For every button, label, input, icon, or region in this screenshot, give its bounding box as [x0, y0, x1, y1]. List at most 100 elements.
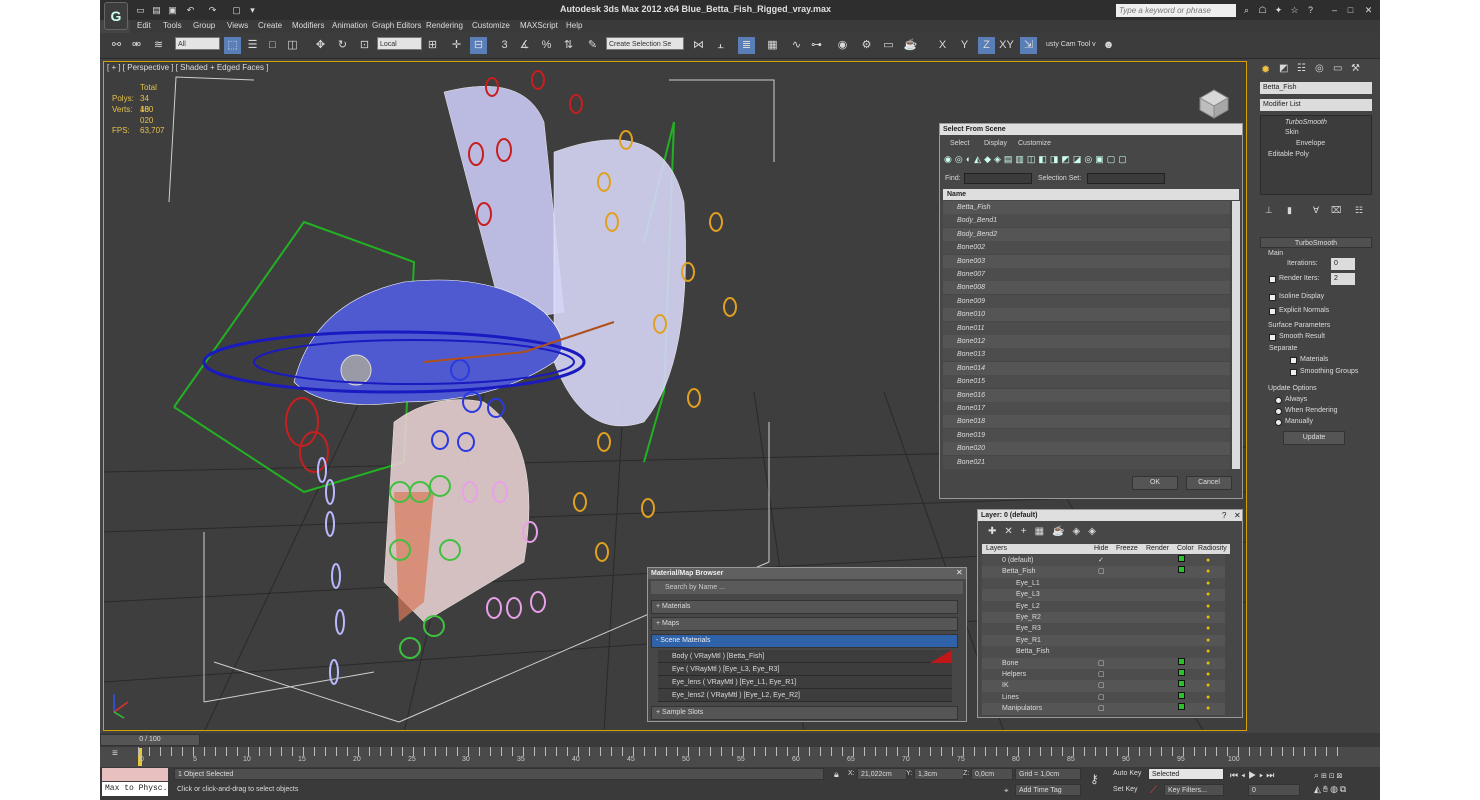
menu-views[interactable]: Views — [227, 21, 248, 30]
list-item[interactable]: Bone007 — [943, 268, 1230, 281]
zoom-extents-all-icon[interactable]: ⊠ — [1337, 770, 1345, 780]
make-unique-icon[interactable]: ∀ — [1313, 205, 1319, 216]
search-input[interactable]: Type a keyword or phrase — [1116, 4, 1236, 17]
field-of-view-icon[interactable]: ◭ — [1314, 784, 1323, 794]
constraint-y[interactable]: Y — [956, 37, 973, 54]
explicit-normals-checkbox[interactable] — [1269, 308, 1276, 315]
table-row[interactable]: Eye_L2 ● — [982, 600, 1225, 612]
default-in-out-tangent-icon[interactable]: ⟋ — [1150, 785, 1157, 796]
table-row[interactable]: Eye_R3 ● — [982, 623, 1225, 635]
motion-tab-icon[interactable]: ◎ — [1315, 63, 1324, 74]
list-item[interactable]: Bone015 — [943, 375, 1230, 389]
render-iters-checkbox[interactable] — [1269, 276, 1276, 283]
menu-graph-editors[interactable]: Graph Editors — [372, 21, 421, 30]
rotate-icon[interactable]: ↻ — [334, 37, 351, 54]
iterations-spinner[interactable]: 0 — [1331, 258, 1355, 270]
list-item[interactable]: Betta_Fish — [943, 201, 1230, 214]
list-item[interactable]: Bone012 — [943, 335, 1230, 348]
table-row[interactable]: Eye_L3 ● — [982, 589, 1225, 601]
modifier-stack[interactable]: TurboSmooth Skin Envelope Editable Poly — [1260, 115, 1372, 195]
snaps-toggle-icon[interactable]: 3 — [496, 37, 513, 54]
utilities-tab-icon[interactable]: ⚒ — [1351, 63, 1360, 74]
when-rendering-radio[interactable] — [1275, 408, 1282, 415]
smooth-result-checkbox[interactable] — [1269, 334, 1276, 341]
maxscript-listener-pink[interactable] — [102, 768, 168, 781]
list-item[interactable]: Body_Bend1 — [943, 214, 1230, 228]
track-bar-menu-icon[interactable]: ≡ — [112, 748, 118, 759]
maximize-icon[interactable]: □ — [1344, 4, 1357, 17]
help-icon[interactable]: ? — [1304, 4, 1317, 17]
move-icon[interactable]: ✥ — [312, 37, 329, 54]
layer-tools-icons[interactable]: ✚✕+▦☕◈◈ — [988, 526, 1104, 537]
table-row[interactable]: Betta_Fish ● — [982, 646, 1225, 658]
table-row[interactable]: Eye_L1 ● — [982, 577, 1225, 590]
list-item[interactable]: Bone003 — [943, 254, 1230, 268]
app-logo-icon[interactable]: G — [104, 2, 128, 30]
isoline-checkbox[interactable] — [1269, 294, 1276, 301]
layer-help-icon[interactable]: ? — [1222, 511, 1226, 520]
table-row[interactable]: Helpers ▢ ● — [982, 669, 1225, 681]
stack-item-editable-poly[interactable]: Editable Poly — [1268, 151, 1309, 158]
list-item[interactable]: Eye ( VRayMtl ) [Eye_L3, Eye_R3] — [658, 663, 952, 676]
name-column-header[interactable]: Name — [943, 189, 1239, 200]
stack-item-skin[interactable]: Skin — [1285, 129, 1299, 136]
table-row[interactable]: IK ▢ ● — [982, 680, 1225, 692]
maximize-viewport-icon[interactable]: ⧉ — [1340, 784, 1348, 794]
select-object-icon[interactable]: ⬚ — [224, 37, 241, 54]
search-icon[interactable]: ⌕ — [1240, 4, 1253, 17]
open-file-icon[interactable]: ▤ — [150, 4, 163, 17]
x-coordinate-field[interactable]: 21,022cm — [857, 768, 907, 780]
list-item[interactable]: Bone008 — [943, 281, 1230, 295]
table-row[interactable]: Eye_R2 ● — [982, 612, 1225, 624]
spinner-snap-icon[interactable]: ⇅ — [560, 37, 577, 54]
material-editor-icon[interactable]: ◉ — [834, 37, 851, 54]
dropdown-icon[interactable]: ▾ — [246, 4, 259, 17]
filter-type-icons[interactable]: ◉◎◐◭◆◈▤▥◫◧◨◩◪◎▣▢▢ — [944, 154, 1130, 164]
list-scrollbar[interactable] — [1232, 201, 1240, 469]
display-menu[interactable]: Display — [984, 140, 1007, 147]
bind-space-warp-icon[interactable]: ≋ — [150, 37, 167, 54]
menu-customize[interactable]: Customize — [472, 21, 510, 30]
list-item[interactable]: Bone021 — [943, 455, 1230, 469]
schematic-view-icon[interactable]: ⊶ — [808, 37, 825, 54]
redo-icon[interactable]: ↷ — [206, 4, 219, 17]
configure-sets-icon[interactable]: ☷ — [1355, 205, 1363, 216]
constraint-x[interactable]: X — [934, 37, 951, 54]
menu-help[interactable]: Help — [566, 21, 582, 30]
menu-create[interactable]: Create — [258, 21, 282, 30]
selection-set-select[interactable] — [1087, 173, 1165, 184]
pan-icon[interactable]: ✋︎ — [1323, 784, 1330, 794]
scale-icon[interactable]: ⊡ — [356, 37, 373, 54]
turbosmooth-rollout[interactable]: TurboSmooth — [1260, 237, 1372, 248]
object-name-field[interactable]: Betta_Fish — [1260, 82, 1372, 94]
set-key-button[interactable]: Set Key — [1110, 784, 1146, 796]
time-slider-thumb[interactable]: 0 / 100 — [100, 734, 200, 746]
rendered-frame-icon[interactable]: ▭ — [880, 37, 897, 54]
table-row[interactable]: Manipulators ▢ ● — [982, 703, 1225, 715]
scene-materials-group[interactable]: - Scene Materials — [651, 634, 958, 648]
key-mode-select[interactable]: Selected — [1148, 768, 1224, 780]
render-iters-spinner[interactable]: 2 — [1331, 273, 1355, 285]
lock-selection-icon[interactable]: 🔒︎ — [834, 769, 839, 780]
reference-coord-select[interactable]: Local — [377, 37, 422, 50]
table-row[interactable]: Lines ▢ ● — [982, 691, 1225, 704]
go-to-start-icon[interactable]: ⏮ — [1230, 770, 1241, 780]
materials-group[interactable]: + Materials — [651, 600, 958, 614]
list-item[interactable]: Bone010 — [943, 308, 1230, 322]
list-item[interactable]: Body ( VRayMtl ) [Betta_Fish] — [658, 650, 952, 663]
keyboard-shortcut-icon[interactable]: ⊟ — [470, 37, 487, 54]
table-row[interactable]: Bone ▢ ● — [982, 657, 1225, 669]
cancel-button[interactable]: Cancel — [1186, 476, 1232, 490]
layer-close-icon[interactable]: ✕ — [1234, 511, 1241, 520]
minimize-icon[interactable]: – — [1328, 4, 1341, 17]
time-tag-icon[interactable]: ⌖ — [1004, 786, 1009, 796]
list-item[interactable]: Bone018 — [943, 415, 1230, 429]
project-folder-icon[interactable]: ▢ — [230, 4, 243, 17]
stack-item-envelope[interactable]: Envelope — [1296, 140, 1325, 147]
play-icon[interactable]: ▶ — [1248, 770, 1259, 780]
show-end-result-icon[interactable]: ▮ — [1287, 205, 1292, 216]
menu-animation[interactable]: Animation — [332, 21, 368, 30]
pin-stack-icon[interactable]: ⊥ — [1265, 205, 1273, 216]
menu-modifiers[interactable]: Modifiers — [292, 21, 324, 30]
angle-snap-icon[interactable]: ∡ — [516, 37, 533, 54]
